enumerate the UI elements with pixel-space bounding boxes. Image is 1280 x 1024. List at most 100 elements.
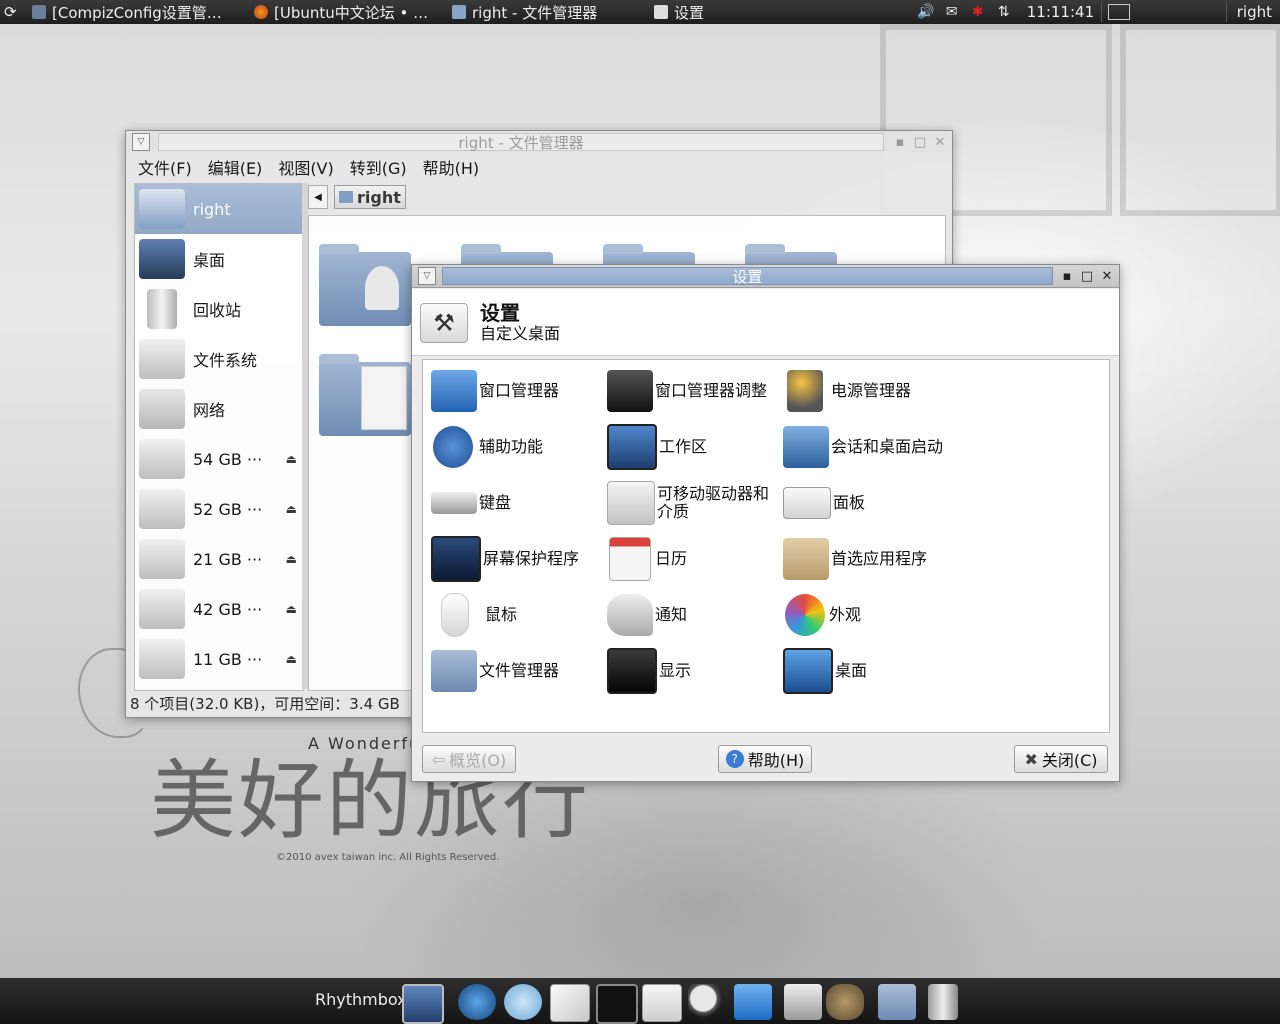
settings-item-appearance[interactable]: 外观: [783, 590, 959, 640]
editor-icon[interactable]: [784, 984, 822, 1020]
folder-icon[interactable]: [878, 984, 916, 1020]
settings-item-file-manager[interactable]: 文件管理器: [431, 646, 607, 696]
taskbar-item-settings[interactable]: 设置: [648, 0, 780, 24]
maximize-icon[interactable]: □: [1079, 268, 1095, 284]
minimize-icon[interactable]: ▪: [892, 134, 908, 150]
sidebar-item-volume[interactable]: 54 GB ··· ⏏: [135, 434, 303, 484]
settings-item-notifications[interactable]: 通知: [607, 590, 783, 640]
taskbar-item-label: right - 文件管理器: [472, 3, 598, 22]
calendar-icon: [609, 537, 651, 581]
file-manager-titlebar[interactable]: ▽ right - 文件管理器 ▪ □ ✕: [126, 131, 952, 153]
close-button[interactable]: ✖ 关闭(C): [1014, 745, 1108, 773]
close-icon[interactable]: ✕: [1099, 268, 1115, 284]
settings-item-power-manager[interactable]: 电源管理器: [783, 366, 959, 416]
settings-item-calendar[interactable]: 日历: [607, 534, 783, 584]
mail-icon[interactable]: ✉: [943, 4, 961, 20]
settings-item-desktop[interactable]: 桌面: [783, 646, 959, 696]
session-startup-icon: [783, 426, 829, 468]
sidebar-item-trash[interactable]: 回收站: [135, 284, 303, 334]
harddisk-icon: [139, 539, 185, 579]
app-menu-button[interactable]: ⟳: [0, 0, 26, 24]
menu-edit[interactable]: 编辑(E): [200, 155, 271, 179]
terminal-icon[interactable]: [596, 984, 638, 1024]
clock[interactable]: 11:11:41: [1017, 0, 1099, 24]
wallpaper-window-frame: [1120, 24, 1280, 216]
close-button-label: 关闭(C): [1041, 751, 1098, 770]
bug-icon[interactable]: ✱: [969, 4, 987, 20]
appearance-icon: [785, 594, 825, 636]
eject-icon[interactable]: ⏏: [286, 652, 297, 666]
settings-item-keyboard[interactable]: 键盘: [431, 478, 607, 528]
settings-item-session-startup[interactable]: 会话和桌面启动: [783, 422, 959, 472]
wallpaper-subcaption: A Wonderfu: [308, 734, 422, 753]
search-icon[interactable]: [688, 984, 726, 1020]
compiz-icon: [32, 5, 46, 19]
sidebar-item-home[interactable]: right: [135, 184, 303, 234]
path-button-home[interactable]: right: [334, 185, 406, 209]
sidebar-item-network[interactable]: 网络: [135, 384, 303, 434]
show-desktop-icon[interactable]: [1107, 4, 1130, 20]
close-icon: ✖: [1024, 749, 1038, 769]
sidebar-item-volume[interactable]: 42 GB ··· ⏏: [135, 584, 303, 634]
sidebar-item-volume[interactable]: 11 GB ··· ⏏: [135, 634, 303, 684]
dock-app-label: Rhythmbox: [315, 990, 407, 1009]
settings-titlebar[interactable]: ▽ 设置 ▪ □ ✕: [412, 265, 1119, 288]
menu-file[interactable]: 文件(F): [130, 155, 200, 179]
sidebar-item-label: 11 GB ···: [193, 649, 263, 669]
back-arrow-icon: ⇦: [431, 749, 446, 769]
gimp-icon[interactable]: [826, 984, 864, 1020]
path-label: right: [357, 187, 401, 207]
minimize-icon[interactable]: ▪: [1059, 268, 1075, 284]
mail-icon[interactable]: [550, 984, 590, 1022]
overview-button-label: 概览(O): [449, 751, 507, 770]
eject-icon[interactable]: ⏏: [286, 552, 297, 566]
panel-icon: [783, 487, 831, 519]
help-button[interactable]: ? 帮助(H): [718, 745, 812, 773]
settings-item-wm-tweaks[interactable]: 窗口管理器调整: [607, 366, 783, 416]
browser-icon[interactable]: [458, 984, 496, 1020]
menu-help[interactable]: 帮助(H): [415, 155, 488, 179]
close-icon[interactable]: ✕: [932, 134, 948, 150]
settings-item-preferred-apps[interactable]: 首选应用程序: [783, 534, 959, 584]
menu-go[interactable]: 转到(G): [342, 155, 415, 179]
taskbar-item-file-manager[interactable]: right - 文件管理器: [446, 0, 648, 24]
settings-item-mouse[interactable]: 鼠标: [431, 590, 607, 640]
sidebar-item-filesystem[interactable]: 文件系统: [135, 334, 303, 384]
settings-item-removable-drives[interactable]: 可移动驱动器和介质: [607, 478, 783, 528]
window-icon[interactable]: [402, 984, 444, 1024]
swirl-icon[interactable]: [504, 984, 542, 1020]
settings-item-accessibility[interactable]: 辅助功能: [431, 422, 607, 472]
overview-button[interactable]: ⇦ 概览(O): [422, 745, 516, 773]
sidebar-item-label: 42 GB ···: [193, 599, 263, 619]
settings-item-window-manager[interactable]: 窗口管理器: [431, 366, 607, 416]
settings-icon[interactable]: [642, 984, 682, 1022]
taskbar-item-compiz[interactable]: [CompizConfig设置管…: [26, 0, 248, 24]
sidebar-item-volume[interactable]: 21 GB ··· ⏏: [135, 534, 303, 584]
sidebar-item-label: 回收站: [193, 301, 242, 320]
folder-item[interactable]: [319, 244, 411, 326]
eject-icon[interactable]: ⏏: [286, 602, 297, 616]
download-icon[interactable]: [734, 984, 772, 1020]
eject-icon[interactable]: ⏏: [286, 452, 297, 466]
settings-item-display[interactable]: 显示: [607, 646, 783, 696]
sidebar-item-label: 21 GB ···: [193, 549, 263, 569]
sidebar-item-label: 文件系统: [193, 351, 258, 370]
menu-view[interactable]: 视图(V): [270, 155, 341, 179]
taskbar-item-firefox[interactable]: [Ubuntu中文论坛 • …: [248, 0, 446, 24]
user-menu[interactable]: right: [1229, 0, 1280, 24]
volume-icon[interactable]: 🔊: [917, 4, 935, 20]
window-menu-icon[interactable]: ▽: [418, 267, 436, 285]
maximize-icon[interactable]: □: [912, 134, 928, 150]
eject-icon[interactable]: ⏏: [286, 502, 297, 516]
path-back-arrow-icon[interactable]: ◀: [308, 185, 328, 209]
sidebar-item-volume[interactable]: 52 GB ··· ⏏: [135, 484, 303, 534]
trash-icon[interactable]: [928, 984, 958, 1020]
removable-drives-icon: [607, 481, 655, 525]
sidebar-item-desktop[interactable]: 桌面: [135, 234, 303, 284]
network-icon[interactable]: ⇅: [995, 4, 1013, 20]
window-menu-icon[interactable]: ▽: [132, 133, 150, 151]
settings-item-panel[interactable]: 面板: [783, 478, 959, 528]
settings-item-workspaces[interactable]: 工作区: [607, 422, 783, 472]
folder-item[interactable]: [319, 354, 411, 436]
settings-item-screensaver[interactable]: 屏幕保护程序: [431, 534, 607, 584]
